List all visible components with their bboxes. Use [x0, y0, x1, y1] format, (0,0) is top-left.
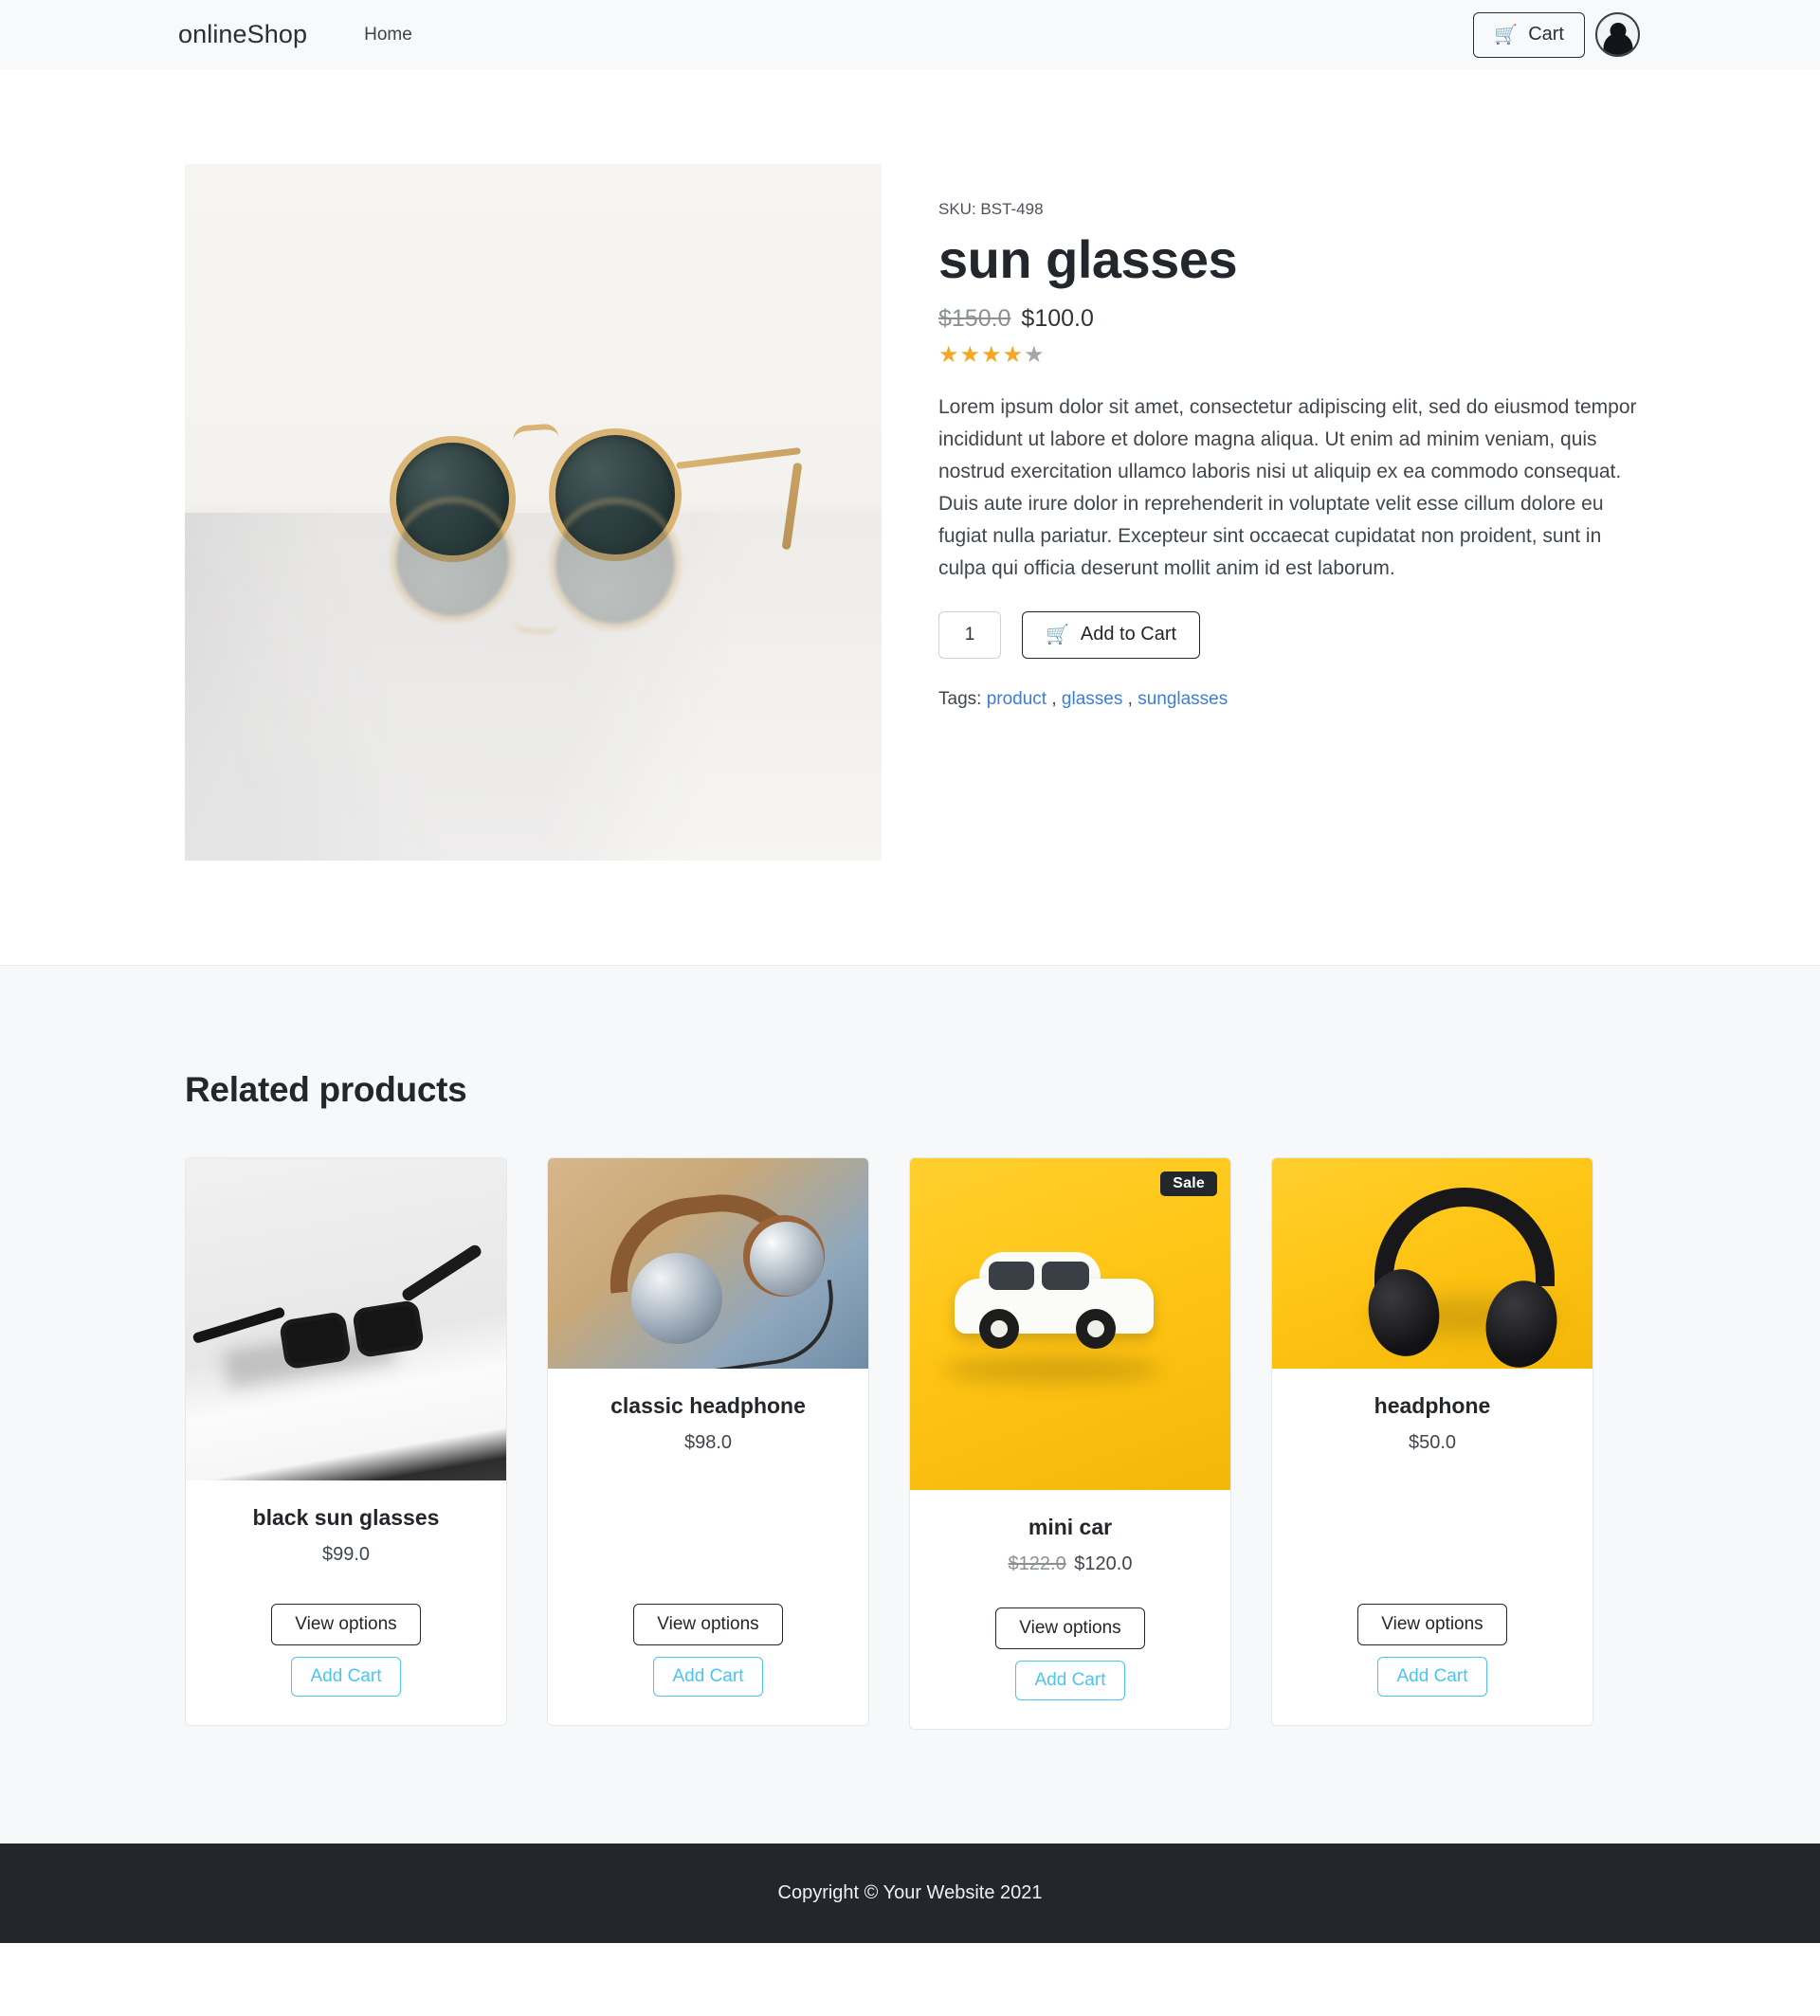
user-avatar-icon[interactable]	[1595, 12, 1640, 57]
product-card-name: mini car	[1028, 1515, 1113, 1539]
reflection-right-lens	[548, 498, 682, 631]
black-right-lens	[352, 1299, 426, 1359]
headphone-illustration	[1363, 1188, 1564, 1369]
product-price-group: $150.0 $100.0	[938, 305, 1640, 333]
add-to-cart-label: Add to Cart	[1080, 624, 1177, 645]
navbar: onlineShop Home 🛒 Cart	[0, 0, 1820, 69]
add-cart-button[interactable]: Add Cart	[1014, 1661, 1126, 1700]
product-card-image[interactable]	[548, 1158, 868, 1369]
add-to-cart-button[interactable]: 🛒 Add to Cart	[1022, 610, 1201, 659]
related-products-section: Related products black sun glasses $99.0	[0, 965, 1820, 1843]
product-card-price: $98.0	[683, 1432, 733, 1453]
product-card-name: black sun glasses	[252, 1505, 440, 1530]
quantity-input[interactable]	[938, 610, 1001, 659]
product-card-actions: View options Add Cart	[1357, 1571, 1507, 1697]
product-image-marble-surface	[185, 512, 882, 861]
product-section: SKU: BST-498 sun glasses $150.0 $100.0 ★…	[0, 69, 1820, 965]
product-card-price-group: $98.0	[684, 1432, 732, 1454]
star-icon-2: ★	[959, 341, 982, 368]
product-image[interactable]	[185, 164, 882, 861]
footer-copyright: Copyright © Your Website 2021	[777, 1882, 1043, 1903]
product-tags: Tags: product , glasses , sunglasses	[938, 689, 1640, 710]
cart-button-label: Cart	[1528, 24, 1564, 45]
product-card-actions: View options Add Cart	[633, 1571, 783, 1697]
product-rating: ★★★★★	[938, 341, 1640, 368]
product-card-price-group: $50.0	[1409, 1432, 1456, 1454]
star-icon-5: ★	[1024, 341, 1046, 368]
mini-car-window-front	[1042, 1262, 1090, 1290]
product-card-price: $99.0	[321, 1544, 371, 1565]
product-card-price-group: $99.0	[322, 1544, 370, 1566]
black-left-lens	[279, 1310, 353, 1371]
product-title: sun glasses	[938, 229, 1238, 289]
product-price: $100.0	[1021, 304, 1094, 332]
product-card-price: $50.0	[1408, 1432, 1457, 1453]
product-old-price: $150.0	[938, 304, 1011, 332]
product-details: SKU: BST-498 sun glasses $150.0 $100.0 ★…	[938, 164, 1640, 861]
product-card-body: headphone $50.0 View options Add Cart	[1272, 1369, 1592, 1725]
mini-car-wheel-rear	[979, 1309, 1020, 1349]
mini-car-illustration	[955, 1252, 1155, 1349]
product-layout: SKU: BST-498 sun glasses $150.0 $100.0 ★…	[0, 69, 1820, 861]
product-card-mini-car[interactable]: Sale mini car $122.0 $120.0 View options…	[909, 1157, 1231, 1730]
tag-link-product[interactable]: product	[987, 689, 1046, 709]
shopping-cart-icon: 🛒	[1494, 24, 1519, 45]
purchase-controls: 🛒 Add to Cart	[938, 610, 1640, 659]
product-card-body: black sun glasses $99.0 View options Add…	[186, 1480, 506, 1725]
product-card-name: headphone	[1374, 1393, 1491, 1418]
add-cart-button[interactable]: Add Cart	[652, 1657, 764, 1697]
related-products-grid: black sun glasses $99.0 View options Add…	[185, 1157, 1640, 1730]
reflection-left-lens	[389, 497, 516, 624]
product-card-image[interactable]	[1272, 1158, 1592, 1369]
view-options-button[interactable]: View options	[633, 1604, 783, 1645]
mini-car-wheel-front	[1076, 1309, 1117, 1349]
star-icon-3: ★	[981, 341, 1003, 368]
mini-car-shadow	[941, 1357, 1160, 1382]
view-options-button[interactable]: View options	[995, 1607, 1145, 1649]
product-card-body: mini car $122.0 $120.0 View options Add …	[910, 1490, 1230, 1729]
add-cart-button[interactable]: Add Cart	[290, 1657, 402, 1697]
product-card-actions: View options Add Cart	[995, 1575, 1145, 1700]
mini-car-window-rear	[989, 1262, 1035, 1290]
star-icon-1: ★	[938, 341, 960, 368]
product-card-name: classic headphone	[610, 1393, 806, 1418]
product-card-classic-headphone[interactable]: classic headphone $98.0 View options Add…	[547, 1157, 869, 1726]
footer: Copyright © Your Website 2021	[0, 1843, 1820, 1943]
avatar-body-shape	[1603, 33, 1632, 55]
product-card-body: classic headphone $98.0 View options Add…	[548, 1369, 868, 1725]
navbar-right-group: 🛒 Cart	[1473, 11, 1640, 58]
nav-link-home[interactable]: Home	[364, 25, 412, 45]
shopping-cart-icon: 🛒	[1046, 625, 1069, 646]
add-cart-button[interactable]: Add Cart	[1376, 1657, 1488, 1697]
tag-link-sunglasses[interactable]: sunglasses	[1138, 689, 1228, 709]
product-card-price: $120.0	[1074, 1553, 1133, 1574]
tag-link-glasses[interactable]: glasses	[1062, 689, 1122, 709]
tag-separator-1: ,	[1046, 688, 1062, 709]
product-card-price-group: $122.0 $120.0	[1009, 1553, 1133, 1575]
product-card-old-price: $122.0	[1008, 1553, 1066, 1574]
product-card-headphone[interactable]: headphone $50.0 View options Add Cart	[1271, 1157, 1593, 1726]
view-options-button[interactable]: View options	[271, 1604, 421, 1645]
product-sku: SKU: BST-498	[938, 200, 1044, 218]
related-products-heading: Related products	[185, 1070, 467, 1109]
star-icon-4: ★	[1002, 341, 1025, 368]
cart-button[interactable]: 🛒 Cart	[1473, 11, 1585, 58]
brand-logo[interactable]: onlineShop	[178, 20, 307, 49]
tag-separator-2: ,	[1122, 688, 1138, 709]
product-card-image[interactable]: Sale	[910, 1158, 1230, 1490]
sale-badge: Sale	[1160, 1171, 1217, 1196]
product-card-image[interactable]	[186, 1158, 506, 1480]
view-options-button[interactable]: View options	[1357, 1604, 1507, 1645]
product-card-actions: View options Add Cart	[271, 1571, 421, 1697]
product-card-black-sun-glasses[interactable]: black sun glasses $99.0 View options Add…	[185, 1157, 507, 1726]
product-description: Lorem ipsum dolor sit amet, consectetur …	[938, 395, 1637, 579]
tags-label: Tags:	[938, 688, 982, 709]
